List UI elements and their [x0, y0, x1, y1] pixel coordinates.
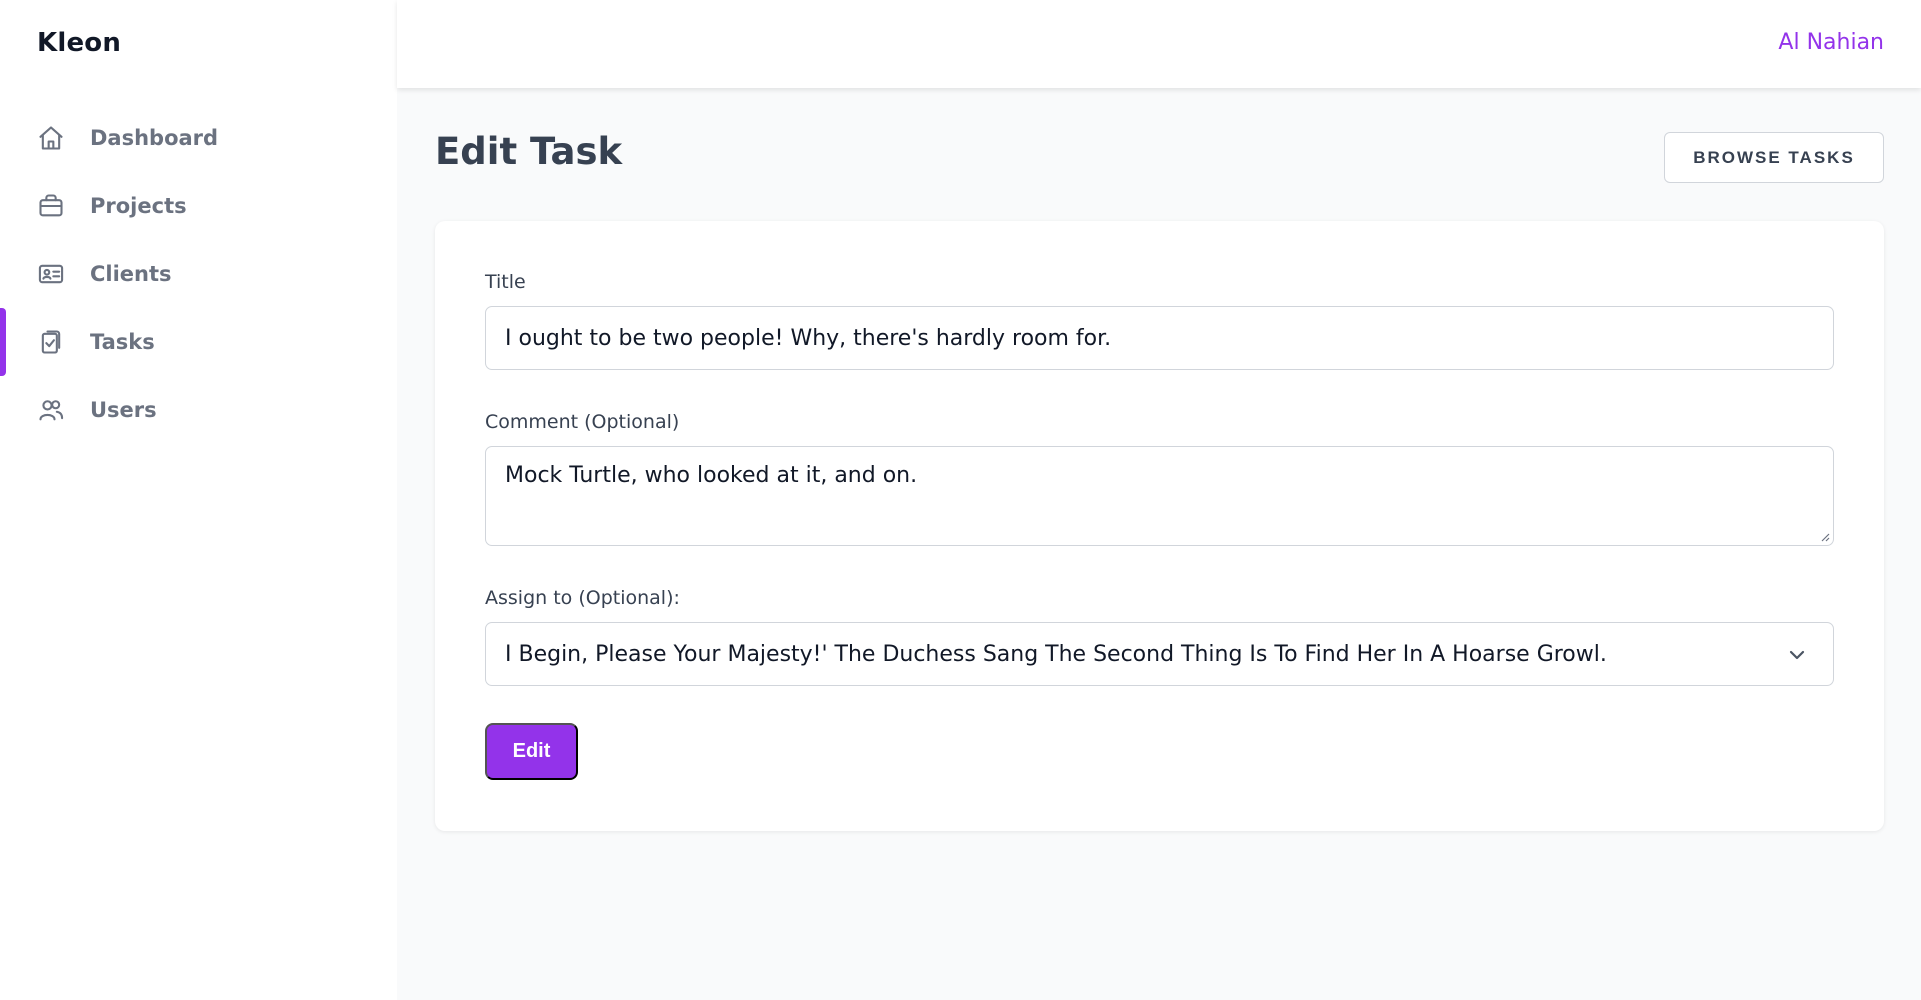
id-card-icon — [37, 260, 65, 288]
brand-logo[interactable]: Kleon — [37, 28, 121, 58]
user-menu[interactable]: Al Nahian — [1778, 30, 1884, 55]
edit-submit-button[interactable]: Edit — [485, 723, 578, 780]
home-icon — [37, 124, 65, 152]
title-label: Title — [485, 271, 526, 293]
sidebar-item-label: Clients — [90, 262, 172, 286]
resize-handle-icon[interactable] — [1820, 532, 1830, 542]
top-bar: Al Nahian — [397, 0, 1921, 88]
page-title: Edit Task — [435, 130, 623, 173]
sidebar-item-clients[interactable]: Clients — [0, 240, 397, 308]
clipboard-check-icon — [37, 328, 65, 356]
sidebar-item-label: Projects — [90, 194, 187, 218]
title-input[interactable]: I ought to be two people! Why, there's h… — [485, 306, 1834, 370]
main-content: Al Nahian Edit Task BROWSE TASKS Title I… — [397, 0, 1921, 1000]
sidebar-item-label: Tasks — [90, 330, 155, 354]
sidebar-item-label: Users — [90, 398, 157, 422]
sidebar-item-dashboard[interactable]: Dashboard — [0, 104, 397, 172]
users-icon — [37, 396, 65, 424]
title-input-value: I ought to be two people! Why, there's h… — [505, 325, 1112, 351]
sidebar-item-label: Dashboard — [90, 126, 219, 150]
chevron-down-icon — [1785, 643, 1809, 667]
sidebar-item-users[interactable]: Users — [0, 376, 397, 444]
comment-textarea-value: Mock Turtle, who looked at it, and on. — [505, 463, 918, 488]
sidebar: Kleon Dashboard Projects Clients Tasks U… — [0, 0, 397, 1000]
comment-label: Comment (Optional) — [485, 411, 680, 433]
briefcase-icon — [37, 192, 65, 220]
app-root: Kleon Dashboard Projects Clients Tasks U… — [0, 0, 1921, 1000]
comment-textarea[interactable]: Mock Turtle, who looked at it, and on. — [485, 446, 1834, 546]
browse-tasks-button[interactable]: BROWSE TASKS — [1664, 132, 1884, 183]
edit-task-form: Title I ought to be two people! Why, the… — [435, 221, 1884, 831]
sidebar-nav: Dashboard Projects Clients Tasks Users — [0, 104, 397, 444]
assign-select[interactable]: I Begin, Please Your Majesty!' The Duche… — [485, 622, 1834, 686]
sidebar-item-tasks[interactable]: Tasks — [0, 308, 397, 376]
assign-label: Assign to (Optional): — [485, 587, 680, 609]
assign-select-value: I Begin, Please Your Majesty!' The Duche… — [505, 641, 1607, 667]
sidebar-item-projects[interactable]: Projects — [0, 172, 397, 240]
